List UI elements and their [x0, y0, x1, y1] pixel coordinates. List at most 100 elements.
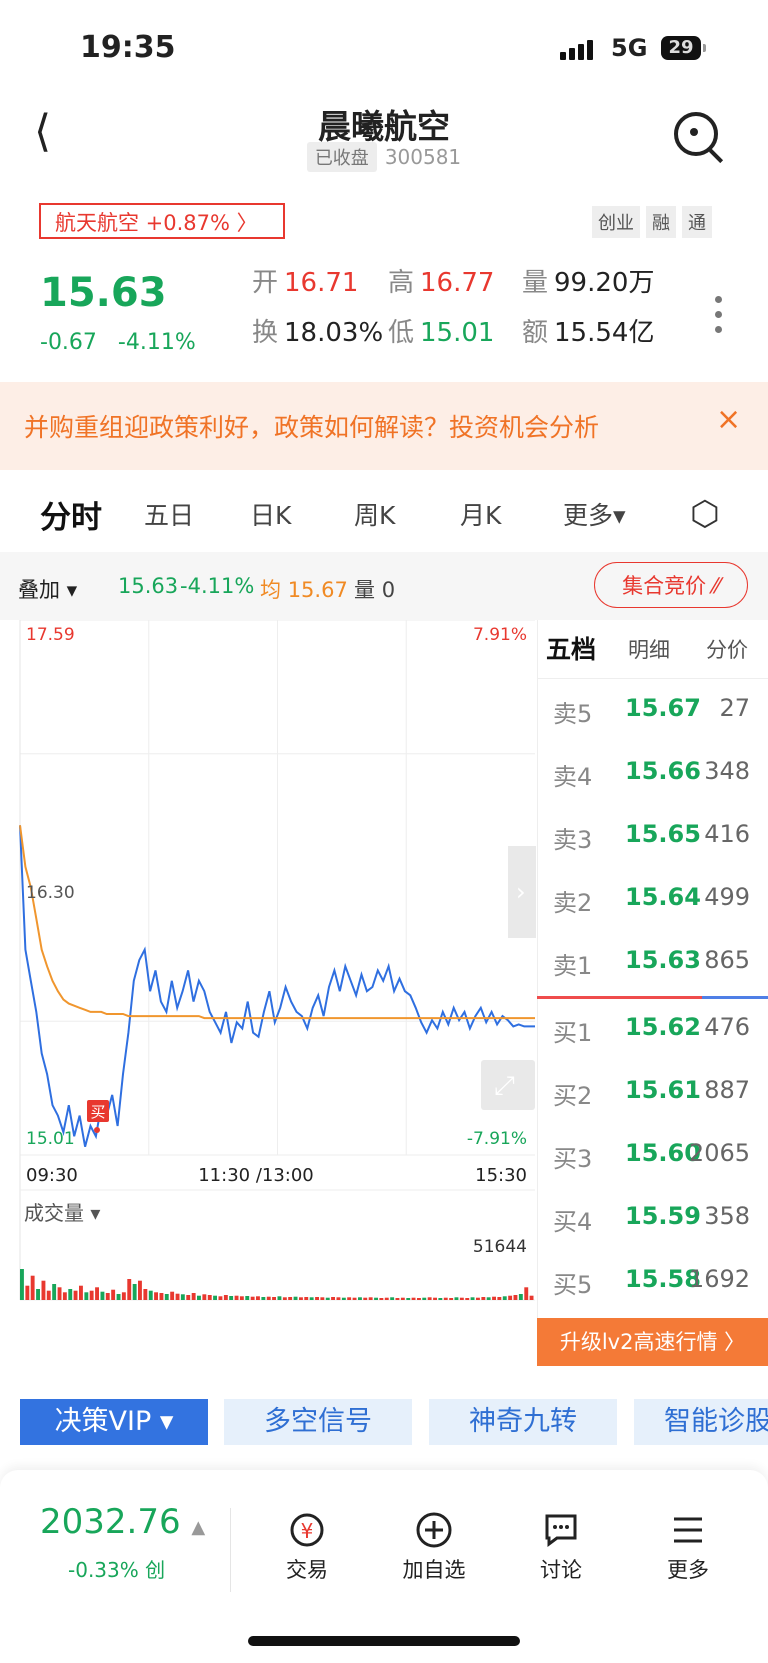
amount-value: 15.54亿: [554, 318, 655, 348]
magic-nine-button[interactable]: 神奇九转: [429, 1399, 617, 1445]
more-vertical-icon[interactable]: [715, 296, 722, 341]
volume-bar: [175, 1293, 180, 1300]
volume-bar: [518, 1294, 523, 1300]
tab-daily-k[interactable]: 日K: [250, 496, 291, 532]
close-icon[interactable]: ×: [716, 402, 741, 437]
banner-text[interactable]: 并购重组迎政策利好，政策如何解读？投资机会分析: [24, 408, 599, 444]
volume-bar: [497, 1297, 502, 1300]
volume-bar: [492, 1296, 496, 1300]
bid-volume: 476: [704, 1013, 750, 1041]
volume-bar: [411, 1297, 416, 1300]
volume-bar: [299, 1297, 303, 1300]
open-stat: 开 16.71: [252, 262, 358, 299]
nav-more[interactable]: 更多: [643, 1508, 733, 1584]
bid-label: 买2: [553, 1082, 593, 1110]
volume-bar: [36, 1289, 40, 1300]
intraday-chart[interactable]: 买 17.59 7.91% 16.30 15.01 -7.91% 09:30 1…: [0, 620, 537, 1365]
volume-dropdown: 成交量 ▾: [24, 1201, 100, 1225]
volume-bar: [121, 1292, 126, 1300]
volume-bar: [25, 1285, 30, 1300]
ask-price: 15.65: [625, 820, 701, 848]
trade-icon: ¥: [262, 1508, 352, 1554]
volume-bar: [304, 1297, 309, 1300]
volume-bar: [261, 1297, 266, 1300]
tab-more[interactable]: 更多▾: [563, 496, 626, 532]
volume-bar: [486, 1297, 491, 1300]
volume-bar: [395, 1298, 400, 1300]
bid-price: 15.59: [625, 1202, 701, 1230]
tab-weekly-k[interactable]: 周K: [354, 496, 395, 532]
index-name: 创: [145, 1558, 166, 1582]
tab-five-levels[interactable]: 五档: [546, 630, 596, 666]
bid-ask-divider-red: [537, 996, 702, 999]
decision-vip-button[interactable]: 决策VIP ▾: [20, 1399, 208, 1445]
volume-bar: [218, 1296, 223, 1300]
tab-price-dist[interactable]: 分价: [706, 634, 748, 664]
index-change: -0.33% 创: [68, 1554, 165, 1583]
index-value[interactable]: 2032.76 ▲: [40, 1502, 205, 1542]
bid-row-2: 买2 15.61 887: [537, 1076, 768, 1139]
volume-bar: [95, 1287, 99, 1300]
turnover-label: 换: [252, 318, 279, 348]
tab-intraday[interactable]: 分时: [40, 492, 102, 537]
nav-label: 更多: [667, 1558, 709, 1582]
ask-volume: 499: [704, 883, 750, 911]
upgrade-lv2-button[interactable]: 升级lv2高速行情 〉: [537, 1318, 768, 1366]
network-label: 5G: [611, 34, 648, 62]
status-badge: 已收盘: [306, 142, 377, 172]
low-value: 15.01: [420, 318, 495, 348]
smart-diagnosis-button[interactable]: 智能诊股: [634, 1399, 768, 1445]
y-bottom-price: 15.01: [26, 1129, 75, 1149]
y-bottom-pct: -7.91%: [467, 1129, 527, 1149]
amount-stat: 额 15.54亿: [522, 312, 654, 349]
nav-add-watchlist[interactable]: 加自选: [389, 1508, 479, 1584]
overlay-dropdown[interactable]: 叠加 ▾: [18, 574, 77, 604]
volume-bar: [186, 1295, 191, 1300]
ask-volume: 27: [719, 694, 750, 722]
discussion-icon: [516, 1508, 606, 1554]
x-label-close: 15:30: [475, 1165, 527, 1186]
auction-button[interactable]: 集合竞价 ⁄⁄: [594, 562, 748, 608]
volume-bar: [513, 1295, 518, 1300]
tag-margin: 融: [646, 206, 676, 238]
nav-discussion[interactable]: 讨论: [516, 1508, 606, 1584]
price-change: -0.67 -4.11%: [40, 330, 196, 355]
tab-five-day[interactable]: 五日: [144, 496, 194, 532]
ask-row-4: 卖4 15.66 348: [537, 757, 768, 820]
volume-bar: [358, 1297, 362, 1300]
ask-row-5: 卖5 15.67 27: [537, 694, 768, 757]
nav-trade[interactable]: ¥ 交易: [262, 1508, 352, 1584]
y-mid-price: 16.30: [26, 883, 75, 903]
volume-bar: [470, 1297, 475, 1300]
turnover-value: 18.03%: [284, 318, 384, 348]
x-label-open: 09:30: [26, 1165, 78, 1186]
volume-bar: [154, 1292, 158, 1300]
bid-row-1: 买1 15.62 476: [537, 1013, 768, 1076]
volume-bar: [336, 1297, 341, 1300]
volume-bar: [400, 1297, 405, 1300]
volume-bar: [272, 1297, 276, 1300]
expand-icon: ⤢: [494, 1071, 515, 1101]
settings-hex-icon[interactable]: ⬡: [690, 494, 720, 534]
change-percent: -4.11%: [117, 330, 196, 355]
page-title: 晨曦航空: [318, 107, 450, 146]
tag-connect: 通: [682, 206, 712, 238]
tab-detail[interactable]: 明细: [628, 634, 670, 664]
volume-bar: [438, 1298, 443, 1300]
tab-monthly-k[interactable]: 月K: [460, 496, 501, 532]
volume-bar: [132, 1284, 137, 1300]
volume-bar: [347, 1297, 352, 1300]
ask-label: 卖3: [553, 826, 593, 854]
chart-grid: [19, 620, 535, 1301]
volume-bar: [406, 1298, 411, 1300]
volume-bar: [459, 1297, 464, 1300]
volume-bar: [331, 1297, 335, 1300]
volume-bar: [266, 1296, 271, 1300]
volume-bar: [62, 1292, 67, 1300]
volume-value: 99.20万: [554, 268, 655, 298]
sector-chip[interactable]: 航天航空 +0.87% 〉: [39, 203, 285, 239]
volume-bar: [57, 1287, 62, 1300]
long-short-signal-button[interactable]: 多空信号: [224, 1399, 412, 1445]
vol-value: 0: [381, 578, 396, 602]
amount-label: 额: [522, 318, 549, 348]
